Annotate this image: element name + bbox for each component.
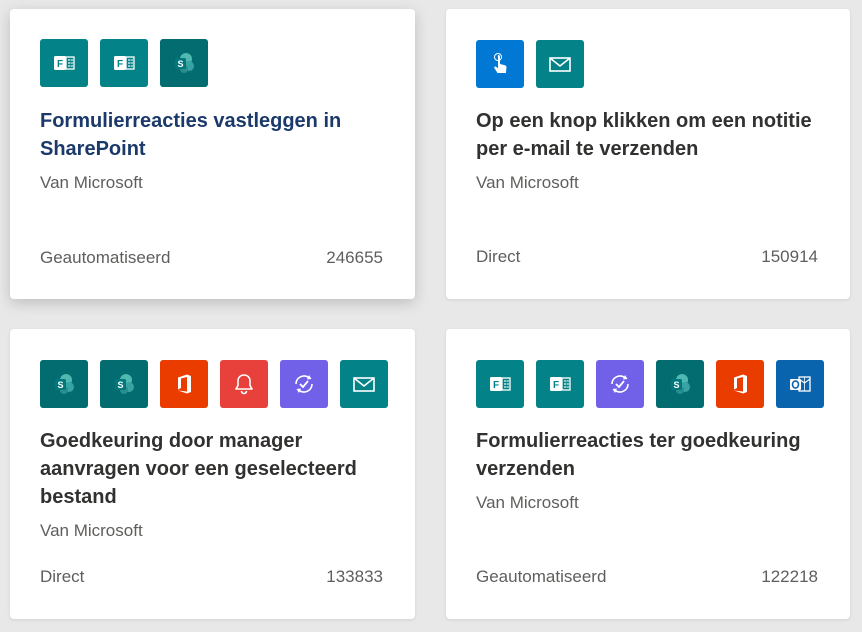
- mail-icon: [340, 360, 388, 408]
- card-footer: Geautomatiseerd 246655: [40, 248, 383, 268]
- card-footer: Direct 133833: [40, 567, 383, 587]
- forms-icon: F: [536, 360, 584, 408]
- office-icon: [716, 360, 764, 408]
- sharepoint-icon: S: [100, 360, 148, 408]
- template-card[interactable]: Op een knop klikken om een notitie per e…: [446, 9, 850, 299]
- forms-icon: F: [100, 39, 148, 87]
- card-title[interactable]: Formulierreacties vastleggen in SharePoi…: [40, 107, 385, 163]
- connector-icons: [476, 40, 584, 88]
- card-title[interactable]: Op een knop klikken om een notitie per e…: [476, 107, 820, 163]
- flow-type: Geautomatiseerd: [476, 567, 607, 586]
- svg-text:S: S: [117, 380, 123, 390]
- usage-count: 150914: [761, 247, 818, 266]
- notification-bell-icon: [220, 360, 268, 408]
- usage-count: 246655: [326, 248, 383, 267]
- connector-icons: FFS: [476, 360, 824, 408]
- flow-type: Direct: [40, 567, 85, 586]
- usage-count: 133833: [326, 567, 383, 586]
- approvals-icon: [280, 360, 328, 408]
- button-touch-icon: [476, 40, 524, 88]
- template-card[interactable]: F F S Formulierreacties vastleggen in Shar…: [10, 9, 415, 299]
- card-publisher: Van Microsoft: [476, 493, 579, 512]
- card-publisher: Van Microsoft: [476, 173, 579, 192]
- outlook-icon: [776, 360, 824, 408]
- forms-icon: F: [476, 360, 524, 408]
- flow-type: Geautomatiseerd: [40, 248, 171, 267]
- sharepoint-icon: S: [656, 360, 704, 408]
- mail-icon: [536, 40, 584, 88]
- svg-text:S: S: [57, 380, 63, 390]
- svg-text:F: F: [493, 380, 499, 391]
- card-title[interactable]: Formulierreacties ter goedkeuring verzen…: [476, 427, 820, 483]
- card-publisher: Van Microsoft: [40, 521, 143, 540]
- svg-text:S: S: [177, 59, 183, 69]
- sharepoint-icon: S: [160, 39, 208, 87]
- flow-type: Direct: [476, 247, 521, 266]
- card-publisher: Van Microsoft: [40, 173, 143, 192]
- connector-icons: SS: [40, 360, 388, 408]
- svg-text:F: F: [57, 59, 63, 70]
- approvals-icon: [596, 360, 644, 408]
- connector-icons: FFS: [40, 39, 208, 87]
- template-card[interactable]: SS Goedkeuring door manager aanvragen vo…: [10, 329, 415, 619]
- svg-text:F: F: [117, 59, 123, 70]
- office-icon: [160, 360, 208, 408]
- svg-text:S: S: [673, 380, 679, 390]
- card-title[interactable]: Goedkeuring door manager aanvragen voor …: [40, 427, 385, 511]
- usage-count: 122218: [761, 567, 818, 586]
- card-footer: Geautomatiseerd 122218: [476, 567, 818, 587]
- template-card[interactable]: F F S Formulierreacties ter goedkeuring ve…: [446, 329, 850, 619]
- svg-text:F: F: [553, 380, 559, 391]
- card-footer: Direct 150914: [476, 247, 818, 267]
- forms-icon: F: [40, 39, 88, 87]
- sharepoint-icon: S: [40, 360, 88, 408]
